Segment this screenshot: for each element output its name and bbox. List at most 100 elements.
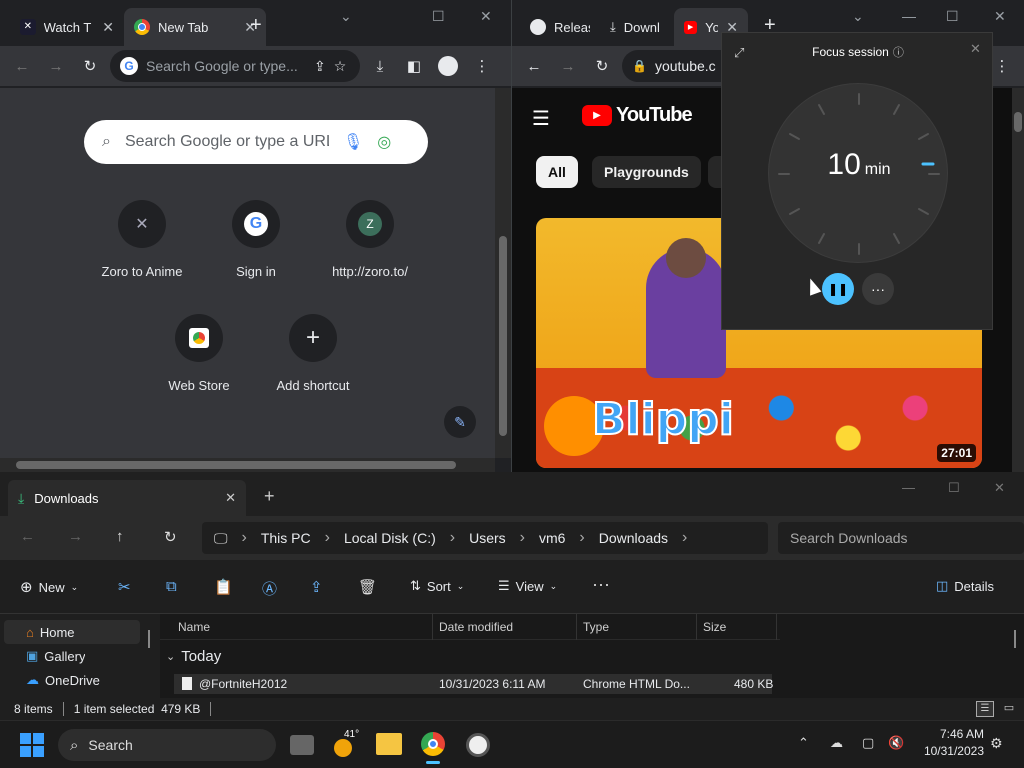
- tab-watch[interactable]: ✕ Watch T ✕: [10, 8, 124, 46]
- close-icon[interactable]: ✕: [225, 490, 236, 506]
- maximize-icon[interactable]: ☐: [432, 8, 445, 25]
- horizontal-scrollbar[interactable]: [0, 458, 495, 472]
- new-tab-icon[interactable]: +: [250, 14, 262, 37]
- tab-downloads[interactable]: ⤓ Downl: [600, 8, 676, 46]
- chevron-down-icon[interactable]: ⌄: [852, 8, 864, 25]
- notification-icon[interactable]: ⚙: [990, 735, 1003, 752]
- back-icon[interactable]: ←: [520, 52, 548, 80]
- chrome-taskbar-icon[interactable]: [418, 729, 448, 764]
- mic-icon[interactable]: 🎙: [343, 132, 363, 152]
- minimize-icon[interactable]: —: [902, 480, 915, 495]
- rename-icon[interactable]: Ⓐ: [262, 578, 277, 599]
- search-input[interactable]: Search Downloads: [778, 522, 1024, 554]
- more-options-button[interactable]: ···: [862, 273, 894, 305]
- new-tab-icon[interactable]: +: [264, 486, 275, 507]
- share-icon[interactable]: ⇪: [314, 58, 326, 75]
- up-icon[interactable]: ↑: [116, 528, 124, 545]
- shortcut-zoro-url[interactable]: Z http://zoro.to/: [310, 200, 430, 279]
- reload-icon[interactable]: ↻: [588, 52, 616, 80]
- nav-item-onedrive[interactable]: ☁ OneDrive: [4, 668, 140, 692]
- chevron-down-icon[interactable]: ⌄: [340, 8, 352, 25]
- display-icon[interactable]: ▢: [862, 735, 874, 751]
- column-type[interactable]: Type: [583, 620, 609, 634]
- tiles-view-icon[interactable]: ▭: [1000, 701, 1018, 717]
- weather-widget[interactable]: 41°: [330, 729, 360, 761]
- refresh-icon[interactable]: ↻: [164, 528, 177, 546]
- volume-icon[interactable]: 🔇: [888, 735, 904, 751]
- vertical-scrollbar[interactable]: [495, 88, 511, 458]
- more-icon[interactable]: ···: [592, 574, 610, 595]
- maximize-icon[interactable]: ☐: [946, 8, 959, 25]
- ntp-search-box[interactable]: ⌕ Search Google or type a URL 🎙 ◎: [84, 120, 428, 164]
- forward-icon[interactable]: →: [42, 52, 70, 80]
- close-window-icon[interactable]: ✕: [994, 8, 1006, 25]
- taskbar-search[interactable]: ⌕ Search: [58, 729, 276, 761]
- close-window-icon[interactable]: ✕: [994, 480, 1005, 496]
- menu-icon[interactable]: ⋮: [468, 52, 496, 80]
- close-icon[interactable]: ✕: [102, 19, 114, 36]
- group-header-today[interactable]: ⌄ Today: [166, 648, 221, 665]
- delete-icon[interactable]: 🗑: [358, 578, 377, 596]
- customize-pencil-icon[interactable]: ✎: [444, 406, 476, 438]
- chevron-up-icon[interactable]: ⌃: [798, 735, 809, 751]
- back-icon[interactable]: ←: [20, 528, 35, 545]
- reload-icon[interactable]: ↻: [76, 52, 104, 80]
- shortcut-zoro[interactable]: ✕ Zoro to Anime: [82, 200, 202, 279]
- youtube-logo[interactable]: ▶ YouTube: [582, 104, 693, 127]
- shortcut-sign-in[interactable]: G Sign in: [196, 200, 316, 279]
- lens-icon[interactable]: ◎: [377, 132, 391, 152]
- table-row[interactable]: @FortniteH2012 10/31/2023 6:11 AM Chrome…: [174, 674, 773, 694]
- new-button[interactable]: ⊕ New ⌄: [20, 578, 78, 596]
- forward-icon[interactable]: →: [68, 528, 83, 545]
- clock-app-taskbar-icon[interactable]: [466, 733, 490, 757]
- paste-icon[interactable]: 📋: [214, 578, 233, 596]
- info-icon[interactable]: ⓘ: [893, 44, 904, 60]
- cut-icon[interactable]: ✂: [118, 578, 131, 596]
- windows-start-icon[interactable]: [20, 733, 44, 757]
- file-explorer-taskbar-icon[interactable]: [376, 733, 402, 755]
- sort-button[interactable]: ⇅ Sort ⌄: [410, 578, 464, 594]
- network-icon[interactable]: ☁: [830, 735, 843, 751]
- minimize-icon[interactable]: —: [902, 8, 916, 24]
- breadcrumb-this-pc[interactable]: This PC: [261, 530, 311, 546]
- vertical-scrollbar[interactable]: [1012, 88, 1024, 472]
- nav-scrollbar[interactable]: [148, 630, 150, 648]
- omnibox[interactable]: G Search Google or type... ⇪ ☆: [110, 50, 360, 82]
- column-size[interactable]: Size: [703, 620, 726, 634]
- task-view-icon[interactable]: [290, 735, 314, 755]
- breadcrumb-local-disk[interactable]: Local Disk (C:): [344, 530, 436, 546]
- chip-playgrounds[interactable]: Playgrounds: [592, 156, 701, 188]
- profile-icon[interactable]: [434, 52, 462, 80]
- shortcut-add[interactable]: + Add shortcut: [253, 314, 373, 393]
- download-icon[interactable]: ⤓: [366, 52, 394, 80]
- view-button[interactable]: ☰ View ⌄: [498, 578, 557, 594]
- maximize-icon[interactable]: ☐: [948, 480, 960, 496]
- share-icon[interactable]: ⇪: [310, 578, 323, 596]
- file-list-scrollbar[interactable]: [1014, 630, 1016, 648]
- star-icon[interactable]: ☆: [334, 58, 347, 75]
- close-icon[interactable]: ✕: [970, 41, 981, 57]
- hamburger-menu-icon[interactable]: ☰: [532, 106, 550, 131]
- breadcrumb-downloads[interactable]: Downloads: [599, 530, 668, 546]
- breadcrumb-vm6[interactable]: vm6: [539, 530, 565, 546]
- explorer-tab[interactable]: ⤓ Downloads ✕: [8, 480, 246, 516]
- breadcrumb[interactable]: 🖵 › This PC › Local Disk (C:) › Users › …: [202, 522, 768, 554]
- tab-releases[interactable]: Releas: [520, 8, 600, 46]
- clock[interactable]: 7:46 AM 10/31/2023: [920, 727, 984, 758]
- side-panel-icon[interactable]: ◧: [400, 52, 428, 80]
- timer-dial[interactable]: 10 min: [768, 83, 948, 263]
- details-button[interactable]: ◫ Details: [936, 578, 994, 594]
- back-icon[interactable]: ←: [8, 52, 36, 80]
- pause-button[interactable]: ❚❚: [822, 273, 854, 305]
- close-window-icon[interactable]: ✕: [480, 8, 492, 25]
- shortcut-web-store[interactable]: Web Store: [139, 314, 259, 393]
- details-view-icon[interactable]: ☰: [976, 701, 994, 717]
- forward-icon[interactable]: →: [554, 52, 582, 80]
- tab-new-tab[interactable]: New Tab ✕: [124, 8, 266, 46]
- column-name[interactable]: Name: [178, 620, 210, 634]
- nav-item-gallery[interactable]: ▣ Gallery: [4, 644, 140, 668]
- copy-icon[interactable]: ⧉: [166, 578, 177, 595]
- chip-all[interactable]: All: [536, 156, 578, 188]
- breadcrumb-users[interactable]: Users: [469, 530, 506, 546]
- nav-item-home[interactable]: ⌂ Home: [4, 620, 140, 644]
